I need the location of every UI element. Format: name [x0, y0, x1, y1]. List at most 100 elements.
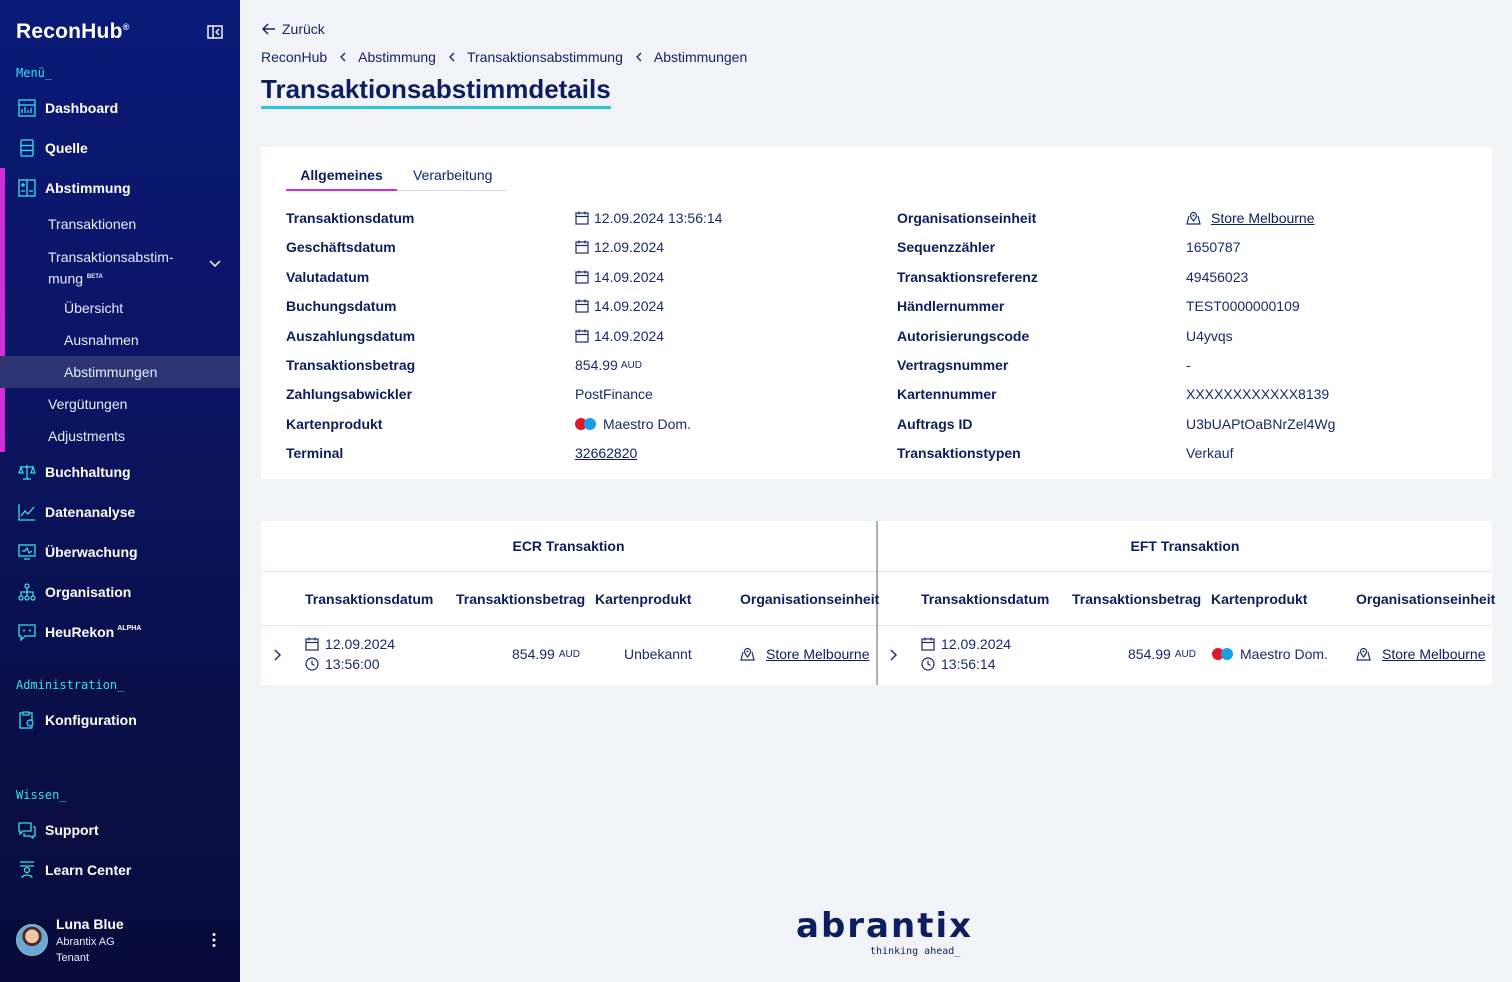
- col-header-card[interactable]: Kartenprodukt: [1211, 591, 1307, 607]
- brand-logo: abrantix thinking ahead_: [796, 906, 974, 957]
- more-vertical-icon[interactable]: [210, 932, 218, 948]
- chevron-right-icon[interactable]: [889, 649, 897, 661]
- col-header-amount[interactable]: Transaktionsbetrag: [456, 591, 585, 607]
- sidebar-item-buchhaltung[interactable]: Buchhaltung: [0, 456, 240, 488]
- user-name: Luna Blue: [56, 916, 124, 932]
- detail-value: 32662820: [575, 443, 637, 463]
- col-header-amount[interactable]: Transaktionsbetrag: [1072, 591, 1201, 607]
- detail-label: Transaktionsreferenz: [897, 268, 1038, 285]
- detail-label: Autorisierungscode: [897, 327, 1030, 344]
- maestro-card-icon: [575, 417, 597, 430]
- detail-label: Terminal: [286, 445, 344, 462]
- sidebar-item-abstimmung[interactable]: Abstimmung: [0, 172, 240, 204]
- sidebar-item-learn-center[interactable]: Learn Center: [0, 854, 240, 886]
- clock-icon: [305, 657, 319, 671]
- detail-label: Organisationseinheit: [897, 210, 1037, 226]
- calendar-icon: [575, 329, 589, 343]
- alpha-badge: ALPHA: [117, 624, 142, 632]
- detail-value: -: [1186, 357, 1191, 373]
- sidebar-subitem-uebersicht[interactable]: Übersicht: [0, 292, 240, 324]
- breadcrumb-item[interactable]: Abstimmung: [358, 49, 436, 65]
- sidebar-subitem-verguetungen[interactable]: Vergütungen: [0, 388, 240, 420]
- row-date: 12.09.2024: [305, 636, 395, 652]
- terminal-link[interactable]: 32662820: [575, 445, 637, 461]
- detail-value: XXXXXXXXXXXX8139: [1186, 386, 1330, 403]
- learn-icon: [20, 861, 34, 879]
- row-date: 12.09.2024: [921, 636, 1011, 652]
- details-card: Allgemeines Verarbeitung Transaktionsdat…: [261, 147, 1492, 479]
- location-icon: [1356, 647, 1371, 661]
- row-org: Store Melbourne: [740, 646, 870, 662]
- tab-bar: Allgemeines Verarbeitung: [286, 167, 508, 191]
- sidebar-item-ueberwachung[interactable]: Überwachung: [0, 536, 240, 568]
- collapse-sidebar-icon[interactable]: [207, 25, 223, 39]
- sidebar-item-heurekon[interactable]: HeuRekon ALPHA: [0, 616, 240, 648]
- col-header-org[interactable]: Organisationseinheit: [740, 591, 879, 607]
- sidebar: ReconHub® Menü_ Dashboard Quelle Abstimm…: [0, 0, 240, 982]
- calendar-icon: [575, 270, 589, 284]
- menu-section-label: Menü_: [16, 66, 53, 80]
- reconcile-icon: [18, 179, 36, 197]
- tab-allgemeines[interactable]: Allgemeines: [286, 167, 397, 191]
- scale-icon: [18, 465, 36, 480]
- row-time: 13:56:00: [305, 656, 380, 672]
- chevron-down-icon[interactable]: [209, 260, 221, 268]
- detail-value: U3bUAPtOaBNrZel4Wg: [1186, 415, 1336, 432]
- breadcrumb-item[interactable]: ReconHub: [261, 49, 327, 65]
- sidebar-item-dashboard[interactable]: Dashboard: [0, 92, 240, 124]
- detail-label: Valutadatum: [286, 268, 370, 285]
- org-unit-link[interactable]: Store Melbourne: [1211, 210, 1315, 226]
- detail-label: Geschäftsdatum: [286, 239, 396, 256]
- row-org: Store Melbourne: [1356, 646, 1486, 662]
- sidebar-item-quelle[interactable]: Quelle: [0, 132, 240, 164]
- detail-label: Transaktionstypen: [897, 445, 1021, 462]
- eft-section-title: EFT Transaktion: [1130, 538, 1240, 554]
- row-amount: 854.99 AUD: [1128, 646, 1196, 662]
- tab-verarbeitung[interactable]: Verarbeitung: [413, 167, 492, 191]
- col-header-org[interactable]: Organisationseinheit: [1356, 591, 1495, 607]
- row-card: Unbekannt: [624, 646, 692, 662]
- row-amount: 854.99 AUD: [512, 646, 580, 662]
- comparison-table: ECR Transaktion EFT Transaktion Transakt…: [261, 521, 1495, 685]
- chevron-right-icon[interactable]: [273, 649, 281, 661]
- org-unit-link[interactable]: Store Melbourne: [766, 646, 870, 662]
- detail-value: Store Melbourne: [1186, 208, 1315, 228]
- chevron-left-icon: [449, 52, 455, 62]
- user-profile[interactable]: Luna Blue Abrantix AG Tenant: [16, 914, 231, 964]
- chevron-left-icon: [340, 52, 346, 62]
- detail-value: 14.09.2024: [575, 296, 664, 316]
- sidebar-subitem-adjustments[interactable]: Adjustments: [0, 420, 240, 452]
- sidebar-subitem-transaktionsabstimmung[interactable]: Transaktionsabstim-mung BETA: [48, 247, 198, 289]
- settings-clipboard-icon: [19, 711, 34, 729]
- breadcrumb-item[interactable]: Transaktionsabstimmung: [467, 49, 623, 65]
- sidebar-subitem-transaktionen[interactable]: Transaktionen: [0, 208, 240, 240]
- maestro-card-icon: [1212, 648, 1234, 660]
- sidebar-item-datenanalyse[interactable]: Datenanalyse: [0, 496, 240, 528]
- page-title: Transaktionsabstimmdetails: [261, 74, 611, 109]
- col-header-date[interactable]: Transaktionsdatum: [305, 591, 433, 607]
- app-logo[interactable]: ReconHub®: [16, 20, 129, 44]
- arrow-left-icon: [262, 23, 275, 35]
- detail-label: Transaktionsbetrag: [286, 357, 416, 373]
- sidebar-subitem-ausnahmen[interactable]: Ausnahmen: [0, 324, 240, 356]
- detail-label: Sequenzzähler: [897, 239, 996, 256]
- col-header-card[interactable]: Kartenprodukt: [595, 591, 691, 607]
- calendar-icon: [575, 211, 589, 225]
- sidebar-item-support[interactable]: Support: [0, 814, 240, 846]
- location-icon: [740, 647, 755, 661]
- col-header-date[interactable]: Transaktionsdatum: [921, 591, 1049, 607]
- sidebar-item-organisation[interactable]: Organisation: [0, 576, 240, 608]
- detail-value: PostFinance: [575, 386, 653, 403]
- detail-label: Kartenprodukt: [286, 415, 383, 432]
- sidebar-item-konfiguration[interactable]: Konfiguration: [0, 704, 240, 736]
- breadcrumb-item[interactable]: Abstimmungen: [654, 49, 747, 65]
- sidebar-subitem-abstimmungen[interactable]: Abstimmungen: [0, 356, 240, 388]
- org-unit-link[interactable]: Store Melbourne: [1382, 646, 1486, 662]
- avatar: [16, 924, 48, 956]
- row-card: Maestro Dom.: [1212, 646, 1328, 662]
- detail-value: Verkauf: [1186, 445, 1234, 462]
- user-role: Tenant: [56, 952, 90, 964]
- back-link[interactable]: Zurück: [262, 21, 325, 37]
- chart-icon: [18, 504, 35, 521]
- detail-value: TEST0000000109: [1186, 298, 1300, 315]
